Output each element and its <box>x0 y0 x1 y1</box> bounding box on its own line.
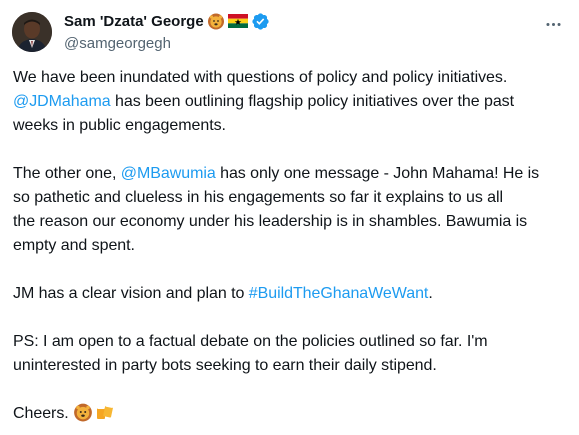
author-handle[interactable]: @samgeorgegh <box>64 34 539 54</box>
text-line: The other one, @MBawumia has only one me… <box>13 162 573 186</box>
text-fragment: has been outlining flagship policy initi… <box>110 93 515 110</box>
verified-badge-icon[interactable] <box>251 12 270 31</box>
more-horizontal-icon <box>545 22 561 26</box>
text-fragment: . <box>428 285 433 302</box>
mention-link-jdmahama[interactable]: @JDMahama <box>13 93 111 110</box>
tweet-text: We have been inundated with questions of… <box>13 66 573 430</box>
tweet-paragraph-2: The other one, @MBawumia has only one me… <box>13 162 573 258</box>
lion-face-emoji <box>73 402 93 430</box>
text-line: the reason our economy under his leaders… <box>13 213 528 230</box>
lion-face-emoji <box>207 12 225 30</box>
tweet-paragraph-4: PS: I am open to a factual debate on the… <box>13 330 573 378</box>
tweet-header: Sam 'Dzata' George @samgeorgegh <box>64 11 539 54</box>
text-line: Cheers. <box>13 402 573 430</box>
author-display-name[interactable]: Sam 'Dzata' George <box>64 13 204 30</box>
text-line: PS: I am open to a factual debate on the… <box>13 333 488 350</box>
tweet-paragraph-5: Cheers. <box>13 402 573 430</box>
beer-mugs-emoji <box>95 402 115 430</box>
ghana-flag-emoji <box>227 14 248 28</box>
cheers-text: Cheers. <box>13 405 69 422</box>
text-line: We have been inundated with questions of… <box>13 69 508 86</box>
text-line: JM has a clear vision and plan to #Build… <box>13 282 573 306</box>
more-options-button[interactable] <box>541 12 565 36</box>
text-line: @JDMahama has been outlining flagship po… <box>13 90 573 114</box>
text-line: uninterested in party bots seeking to ea… <box>13 357 437 374</box>
author-avatar[interactable] <box>12 12 52 52</box>
text-fragment: The other one, <box>13 165 121 182</box>
cheers-emojis <box>73 402 115 430</box>
text-line: so pathetic and clueless in his engageme… <box>13 189 504 206</box>
author-name-row: Sam 'Dzata' George <box>64 11 539 31</box>
hashtag-link-buildtheghanawewant[interactable]: #BuildTheGhanaWeWant <box>249 285 429 302</box>
tweet-paragraph-1: We have been inundated with questions of… <box>13 66 573 138</box>
tweet-paragraph-3: JM has a clear vision and plan to #Build… <box>13 282 573 306</box>
text-line: empty and spent. <box>13 237 135 254</box>
mention-link-mbawumia[interactable]: @MBawumia <box>121 165 216 182</box>
text-line: weeks in public engagements. <box>13 117 226 134</box>
text-fragment: has only one message - John Mahama! He i… <box>215 165 540 182</box>
text-fragment: JM has a clear vision and plan to <box>13 285 249 302</box>
user-avatar-icon <box>12 12 52 52</box>
tweet-card: Sam 'Dzata' George @samgeorgegh We have … <box>0 0 579 435</box>
